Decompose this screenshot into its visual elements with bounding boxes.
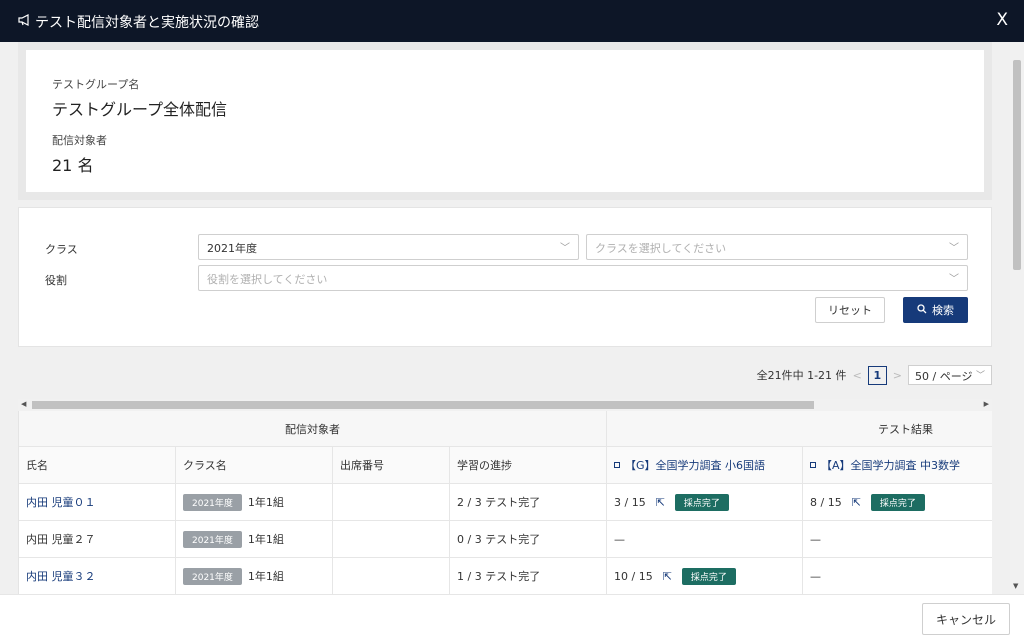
- role-filter-label: 役割: [45, 274, 67, 287]
- open-result-icon[interactable]: ⇱: [656, 496, 665, 509]
- pagination: 全21件中 1-21 件 < 1 > 50 / ページ ﹀: [757, 364, 992, 386]
- filter-panel: クラス 2021年度 ﹀ クラスを選択してください ﹀ 役割 役割を選択してください…: [18, 207, 992, 347]
- class-name: 1年1組: [247, 570, 284, 583]
- close-icon[interactable]: X: [996, 10, 1008, 30]
- group-name-value: テストグループ全体配信: [52, 100, 228, 119]
- student-name-link[interactable]: 内田 児童０１: [26, 494, 96, 510]
- group-header-targets: 配信対象者: [19, 411, 607, 446]
- cancel-button[interactable]: キャンセル: [922, 603, 1010, 635]
- test-icon: [810, 462, 816, 468]
- student-name: 内田 児童２７: [26, 533, 96, 546]
- column-header-name[interactable]: 氏名: [19, 447, 176, 483]
- dialog-footer: キャンセル: [0, 594, 1024, 642]
- class-filter-label: クラス: [45, 243, 78, 256]
- reset-button[interactable]: リセット: [815, 297, 885, 323]
- test-score: —: [810, 569, 821, 583]
- table-group-header: 配信対象者 テスト結果: [19, 411, 992, 447]
- dialog-header: テスト配信対象者と実施状況の確認 X: [0, 0, 1024, 42]
- student-name-link[interactable]: 内田 児童３２: [26, 568, 96, 584]
- status-badge: 採点完了: [681, 567, 736, 585]
- search-button[interactable]: 検索: [903, 297, 968, 323]
- test-score: 3 / 15: [614, 495, 646, 509]
- class-select[interactable]: クラスを選択してください ﹀: [586, 234, 968, 260]
- group-header-results: テスト結果: [878, 422, 933, 436]
- year-badge: 2021年度: [183, 493, 242, 511]
- search-icon: [917, 303, 927, 317]
- seat-number: [333, 484, 450, 520]
- status-badge: 採点完了: [870, 493, 925, 511]
- next-page-icon[interactable]: >: [893, 369, 902, 382]
- page-size-select[interactable]: 50 / ページ ﹀: [908, 365, 992, 385]
- status-badge: 採点完了: [674, 493, 729, 511]
- vertical-scrollbar[interactable]: ▼: [1010, 42, 1024, 594]
- test-score: —: [614, 532, 625, 546]
- dialog-title: テスト配信対象者と実施状況の確認: [18, 12, 259, 32]
- test-score: 8 / 15: [810, 495, 842, 509]
- scroll-left-icon[interactable]: ◀: [21, 400, 26, 408]
- column-header-test-1[interactable]: 【G】全国学力調査 小6国語: [607, 447, 803, 483]
- seat-number: [333, 558, 450, 594]
- year-badge: 2021年度: [183, 567, 242, 585]
- open-result-icon[interactable]: ⇱: [663, 570, 672, 583]
- year-select[interactable]: 2021年度 ﹀: [198, 234, 579, 260]
- test-score: —: [810, 532, 821, 546]
- seat-number: [333, 521, 450, 557]
- table-horizontal-scrollbar[interactable]: ◀ ▶: [18, 399, 992, 411]
- target-count-label: 配信対象者: [52, 134, 107, 147]
- class-name: 1年1組: [247, 533, 284, 546]
- chevron-down-icon: ﹀: [975, 371, 985, 381]
- scrollbar-thumb[interactable]: [1013, 60, 1021, 270]
- progress-text: 2 / 3 テスト完了: [450, 484, 607, 520]
- result-summary: 全21件中 1-21 件: [756, 369, 847, 382]
- group-info-card: テストグループ名 テストグループ全体配信 配信対象者 21 名: [18, 42, 992, 200]
- table-row: 内田 児童０１ 2021年度 1年1組 2 / 3 テスト完了 3 / 15 ⇱ 採点…: [19, 484, 992, 521]
- progress-text: 0 / 3 テスト完了: [450, 521, 607, 557]
- target-count-value: 21 名: [52, 156, 94, 175]
- targets-table: 配信対象者 テスト結果 氏名 クラス名 出席番号 学習の進捗 【G】全国学力調査…: [18, 411, 992, 594]
- open-result-icon[interactable]: ⇱: [852, 496, 861, 509]
- group-name-label: テストグループ名: [52, 78, 140, 91]
- megaphone-icon: [18, 14, 32, 30]
- progress-text: 1 / 3 テスト完了: [450, 558, 607, 594]
- prev-page-icon[interactable]: <: [853, 369, 862, 382]
- chevron-down-icon: ﹀: [560, 243, 570, 254]
- year-badge: 2021年度: [183, 530, 242, 548]
- scroll-down-icon[interactable]: ▼: [1013, 582, 1018, 590]
- column-header-test-2[interactable]: 【A】全国学力調査 中3数学: [803, 447, 992, 483]
- chevron-down-icon: ﹀: [949, 243, 959, 254]
- table-row: 内田 児童２７ 2021年度 1年1組 0 / 3 テスト完了 — —: [19, 521, 992, 558]
- chevron-down-icon: ﹀: [949, 274, 959, 285]
- test-score: 10 / 15: [614, 569, 653, 583]
- table-row: 内田 児童３２ 2021年度 1年1組 1 / 3 テスト完了 10 / 15 ⇱ 採…: [19, 558, 992, 594]
- class-name: 1年1組: [247, 496, 284, 509]
- column-header-progress[interactable]: 学習の進捗: [450, 447, 607, 483]
- dialog-body: テストグループ名 テストグループ全体配信 配信対象者 21 名 クラス 2021…: [0, 42, 1010, 594]
- page-button-current[interactable]: 1: [867, 365, 887, 385]
- column-header-class[interactable]: クラス名: [176, 447, 333, 483]
- column-header-seat[interactable]: 出席番号: [333, 447, 450, 483]
- scroll-right-icon[interactable]: ▶: [984, 400, 989, 408]
- table-column-header: 氏名 クラス名 出席番号 学習の進捗 【G】全国学力調査 小6国語 【A】全国学…: [19, 447, 992, 484]
- dialog-title-text: テスト配信対象者と実施状況の確認: [35, 15, 259, 31]
- scrollbar-thumb[interactable]: [32, 401, 814, 409]
- test-icon: [614, 462, 620, 468]
- role-select[interactable]: 役割を選択してください ﹀: [198, 265, 968, 291]
